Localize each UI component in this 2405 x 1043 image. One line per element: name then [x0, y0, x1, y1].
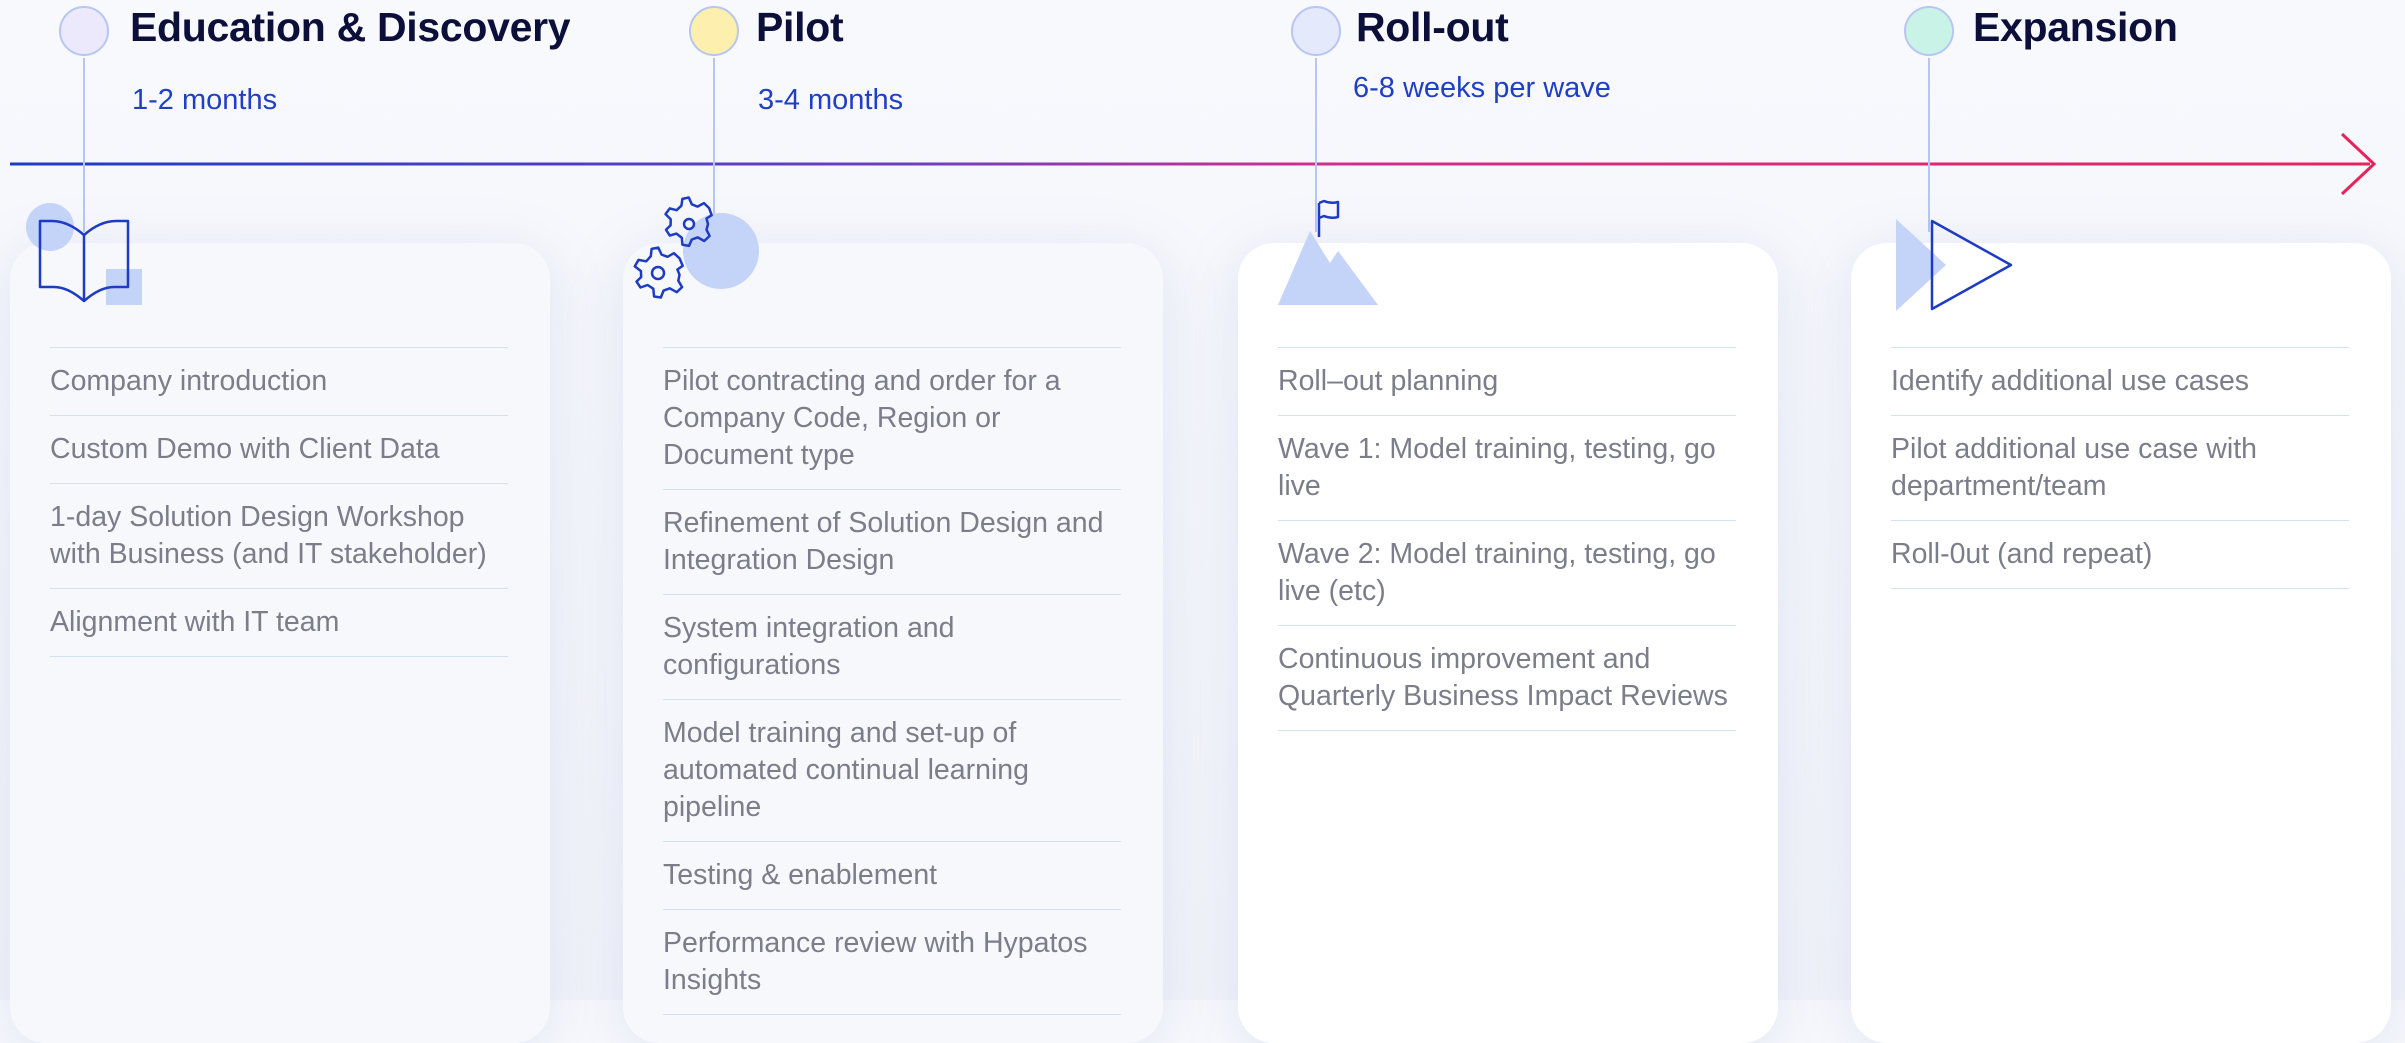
list-item: Refinement of Solution Design and Integr…	[663, 490, 1121, 595]
phase-list-pilot: Pilot contracting and order for a Compan…	[663, 347, 1121, 1015]
list-item: Alignment with IT team	[50, 589, 508, 657]
phase-duration-rollout: 6-8 weeks per wave	[1353, 72, 1611, 104]
phase-card-rollout: Roll–out planning Wave 1: Model training…	[1238, 199, 1778, 1043]
list-item: Identify additional use cases	[1891, 348, 2349, 416]
book-icon	[26, 203, 142, 305]
list-item: Company introduction	[50, 348, 508, 416]
list-item: Pilot contracting and order for a Compan…	[663, 348, 1121, 490]
mountain-flag-icon	[1278, 199, 1378, 305]
phase-title-expansion: Expansion	[1973, 4, 2178, 50]
phase-duration-pilot: 3-4 months	[758, 84, 904, 116]
phase-list-education: Company introduction Custom Demo with Cl…	[50, 347, 508, 657]
phase-dot-expansion	[1904, 6, 1954, 56]
phase-dot-education	[59, 6, 109, 56]
list-item: Performance review with Hypatos Insights	[663, 910, 1121, 1015]
phase-card-pilot: Pilot contracting and order for a Compan…	[623, 196, 1163, 1043]
phase-title-rollout: Roll-out	[1356, 4, 1509, 50]
phase-dot-rollout	[1291, 6, 1341, 56]
phase-list-expansion: Identify additional use cases Pilot addi…	[1891, 347, 2349, 589]
roadmap-diagram: Education & Discovery 1-2 months Pilot 3…	[0, 0, 2405, 1043]
list-item: Roll–out planning	[1278, 348, 1736, 416]
gears-icon	[633, 196, 759, 299]
phase-duration-education: 1-2 months	[132, 84, 278, 116]
timeline-arrowhead	[2340, 132, 2377, 196]
list-item: Testing & enablement	[663, 842, 1121, 910]
phase-title-education: Education & Discovery	[130, 4, 571, 50]
list-item: Model training and set-up of automated c…	[663, 700, 1121, 842]
list-item: Wave 2: Model training, testing, go live…	[1278, 521, 1736, 626]
list-item: Wave 1: Model training, testing, go live	[1278, 416, 1736, 521]
list-item: Pilot additional use case with departmen…	[1891, 416, 2349, 521]
list-item: Custom Demo with Client Data	[50, 416, 508, 484]
phase-card-education: Company introduction Custom Demo with Cl…	[10, 203, 550, 1043]
list-item: Roll-0ut (and repeat)	[1891, 521, 2349, 589]
play-arrow-icon	[1896, 219, 2013, 311]
phase-title-pilot: Pilot	[756, 4, 844, 50]
list-item: Continuous improvement and Quarterly Bus…	[1278, 626, 1736, 731]
phase-list-rollout: Roll–out planning Wave 1: Model training…	[1278, 347, 1736, 731]
phase-dot-pilot	[689, 6, 739, 56]
phase-card-expansion: Identify additional use cases Pilot addi…	[1851, 219, 2391, 1043]
list-item: System integration and configurations	[663, 595, 1121, 700]
list-item: 1-day Solution Design Workshop with Busi…	[50, 484, 508, 589]
